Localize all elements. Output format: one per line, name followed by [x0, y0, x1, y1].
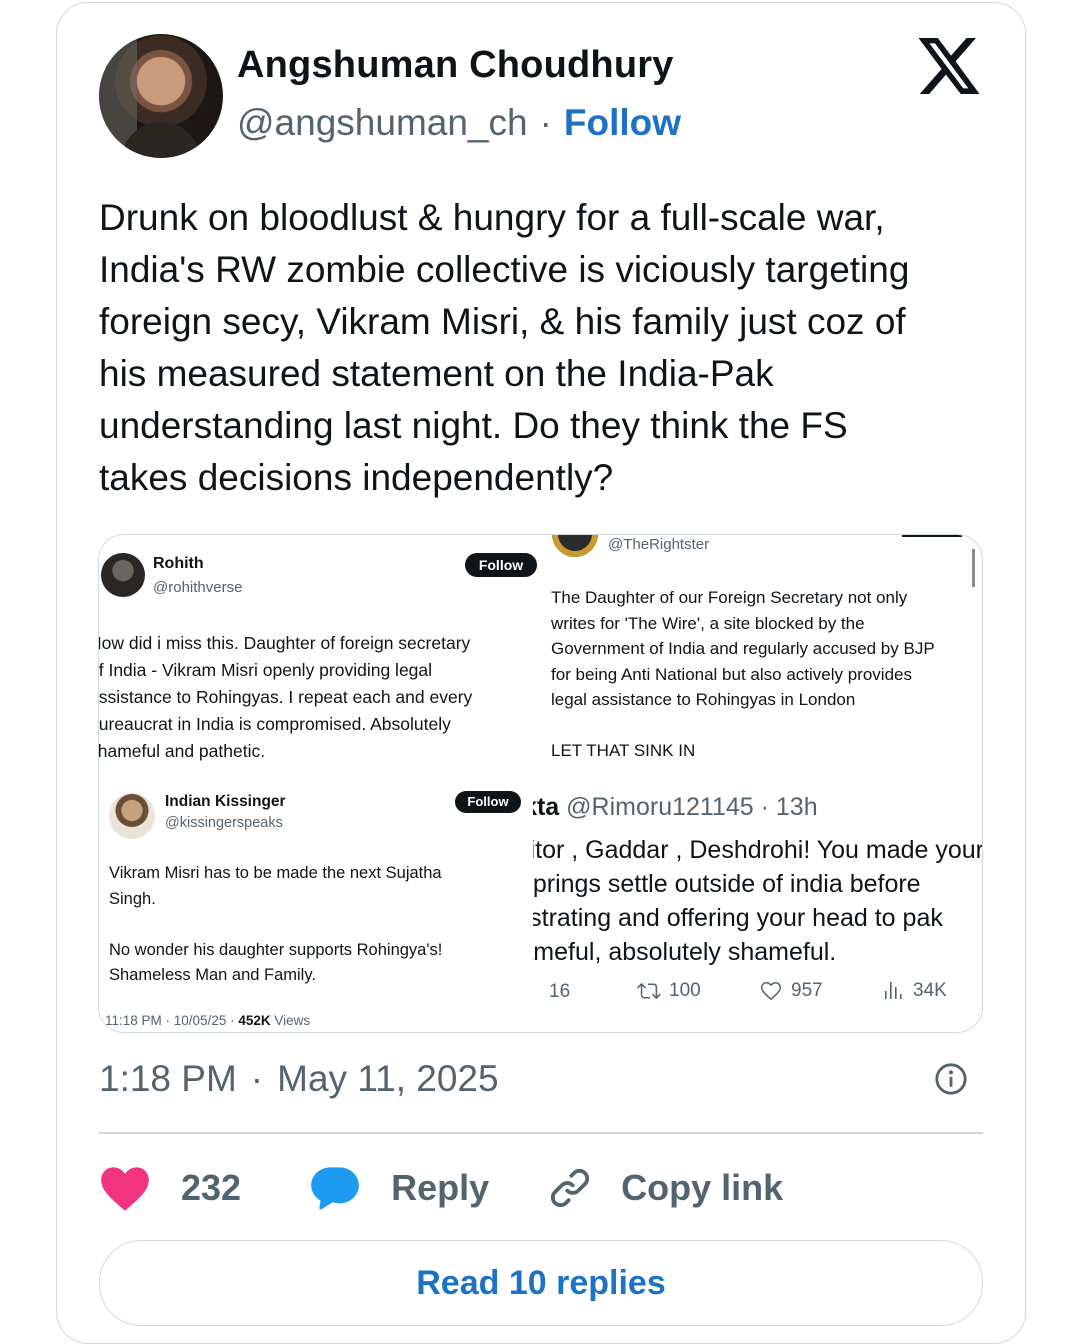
kissinger-avatar — [109, 793, 155, 839]
author-handle-row: @angshuman_ch · Follow — [237, 102, 681, 144]
repost-icon — [637, 982, 661, 1000]
sanjukta-name: Sanjukta — [533, 793, 560, 821]
action-bar: 232 Reply Copy link — [99, 1162, 783, 1214]
screenshot-post-sanjukta: Sanjukta @Rimoru121145 · 13h Traitor , G… — [533, 781, 982, 1032]
author-name[interactable]: Angshuman Choudhury — [237, 44, 674, 87]
kissinger-handle: @kissingerspeaks — [165, 815, 283, 831]
sanjukta-views: 34K — [881, 979, 947, 1003]
rightster-handle: @TheRightster — [608, 536, 710, 553]
tweet-timestamp[interactable]: 1:18 PM · May 11, 2025 — [99, 1058, 499, 1100]
link-icon — [551, 1168, 590, 1208]
tweet-date: May 11, 2025 — [277, 1058, 499, 1099]
copy-link-label: Copy link — [621, 1167, 784, 1208]
rohith-post-text: How did i miss this. Daughter of foreign… — [99, 633, 473, 761]
screenshot-post-rohith: Rohith @rohithverse Follow How did i mis… — [99, 535, 540, 781]
copy-link-button[interactable]: Copy link — [547, 1165, 783, 1211]
tweet-text: Drunk on bloodlust & hungry for a full-s… — [99, 197, 910, 498]
kissinger-post-text: Vikram Misri has to be made the next Suj… — [109, 864, 443, 984]
rohith-handle: @rohithverse — [153, 579, 243, 596]
sanjukta-reposts: 100 — [637, 979, 701, 1003]
screenshot-post-rightster: @TheRightster The Daughter of our Foreig… — [542, 535, 982, 781]
kissinger-name: Indian Kissinger — [165, 793, 286, 810]
like-button[interactable]: 232 — [99, 1164, 241, 1212]
rightster-avatar — [552, 535, 598, 557]
handle-separator: · — [539, 102, 552, 143]
follow-button[interactable]: Follow — [564, 102, 681, 143]
sanjukta-likes: 957 — [759, 979, 823, 1003]
screenshot-post-kissinger: Indian Kissinger @kissingerspeaks Follow… — [99, 781, 531, 1032]
kissinger-follow-button: Follow — [455, 791, 521, 813]
kissinger-post-meta: 11:18 PM · 10/05/25 · 452K Views — [105, 1013, 311, 1028]
heart-icon — [101, 1167, 149, 1211]
x-logo-icon[interactable] — [918, 38, 980, 94]
like-icon — [761, 982, 781, 1001]
sanjukta-handle: @Rimoru121145 · 13h — [566, 793, 818, 821]
read-replies-button[interactable]: Read 10 replies — [99, 1240, 983, 1326]
divider — [99, 1132, 983, 1134]
author-avatar[interactable] — [99, 34, 223, 158]
rohith-name: Rohith — [153, 555, 204, 572]
timestamp-separator: · — [250, 1058, 264, 1099]
author-handle[interactable]: @angshuman_ch — [237, 102, 528, 143]
info-icon[interactable] — [934, 1062, 968, 1096]
reply-bubble-icon — [311, 1167, 359, 1210]
reply-button[interactable]: Reply — [309, 1164, 489, 1212]
likes-count: 232 — [181, 1167, 242, 1208]
rightster-post-text: The Daughter of our Foreign Secretary no… — [551, 588, 935, 760]
sanjukta-post-text: Traitor , Gaddar , Deshdrohi! You made y… — [533, 836, 982, 966]
views-icon — [885, 982, 902, 999]
rohith-follow-button: Follow — [465, 553, 537, 577]
rohith-avatar — [101, 553, 145, 597]
tweet-time: 1:18 PM — [99, 1058, 237, 1099]
media-image[interactable]: Rohith @rohithverse Follow How did i mis… — [98, 534, 983, 1033]
sanjukta-replies: 16 — [549, 981, 571, 1002]
reply-label: Reply — [391, 1167, 490, 1208]
